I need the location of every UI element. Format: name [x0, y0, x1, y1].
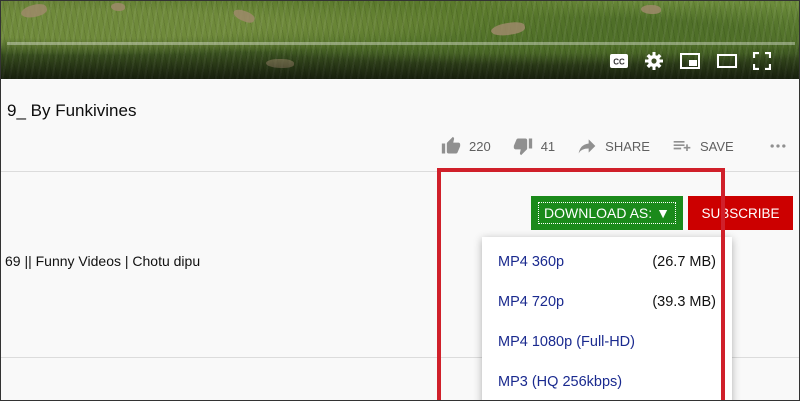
download-option-mp4-720p[interactable]: MP4 720p (39.3 MB): [498, 290, 716, 314]
miniplayer-icon[interactable]: [680, 51, 700, 71]
download-as-label: DOWNLOAD AS:: [544, 205, 653, 221]
share-arrow-icon: [578, 139, 596, 154]
download-option-mp3-hq[interactable]: MP3 (HQ 256kbps): [498, 370, 716, 394]
share-button[interactable]: SHARE: [577, 136, 650, 156]
dislike-count: 41: [540, 138, 556, 154]
option-label: MP3 (HQ 256kbps): [498, 374, 623, 390]
video-leaf: [641, 5, 661, 14]
download-as-focus: DOWNLOAD AS: ▼: [538, 202, 676, 224]
captions-icon[interactable]: CC: [609, 51, 629, 71]
playlist-add-icon: [673, 141, 691, 151]
option-label: MP4 720p: [498, 294, 565, 310]
subscribe-button[interactable]: SUBSCRIBE: [688, 196, 793, 230]
option-label: MP4 1080p (Full-HD): [498, 334, 635, 350]
dislike-button[interactable]: 41: [513, 136, 555, 156]
video-player[interactable]: CC: [1, 1, 799, 79]
share-label: SHARE: [605, 138, 650, 154]
video-title: 9_ By Funkivines: [7, 101, 137, 120]
fullscreen-icon[interactable]: [752, 51, 772, 71]
option-size: (39.3 MB): [652, 294, 716, 310]
like-count: 220: [469, 138, 491, 154]
captions-label: CC: [613, 58, 625, 67]
more-options-button[interactable]: [768, 136, 788, 156]
chevron-down-icon: ▼: [656, 205, 670, 221]
option-size: (26.7 MB): [652, 254, 716, 270]
option-label: MP4 360p: [498, 254, 565, 270]
video-actions: 220 41 SHARE SAVE: [441, 136, 791, 156]
divider: [1, 171, 799, 172]
thumbs-down-icon: [513, 138, 532, 156]
video-progress-bar[interactable]: [7, 42, 795, 45]
download-option-mp4-360p[interactable]: MP4 360p (26.7 MB): [498, 250, 716, 274]
download-option-mp4-1080p[interactable]: MP4 1080p (Full-HD): [498, 330, 716, 354]
thumbs-up-icon: [441, 136, 461, 154]
like-button[interactable]: 220: [441, 136, 491, 156]
save-button[interactable]: SAVE: [672, 136, 734, 156]
video-leaf: [111, 3, 125, 11]
more-horizontal-icon: [770, 144, 786, 148]
theater-mode-icon[interactable]: [717, 51, 737, 71]
video-description: 69 || Funny Videos | Chotu dipu: [5, 253, 201, 269]
youtube-page: CC 9_ By Funkivines 220 41 SHARE SAVE 69…: [0, 0, 800, 401]
download-as-button[interactable]: DOWNLOAD AS: ▼: [531, 196, 683, 230]
save-label: SAVE: [699, 138, 734, 154]
settings-icon[interactable]: [644, 51, 664, 71]
download-options-menu: MP4 360p (26.7 MB) MP4 720p (39.3 MB) MP…: [482, 237, 732, 400]
